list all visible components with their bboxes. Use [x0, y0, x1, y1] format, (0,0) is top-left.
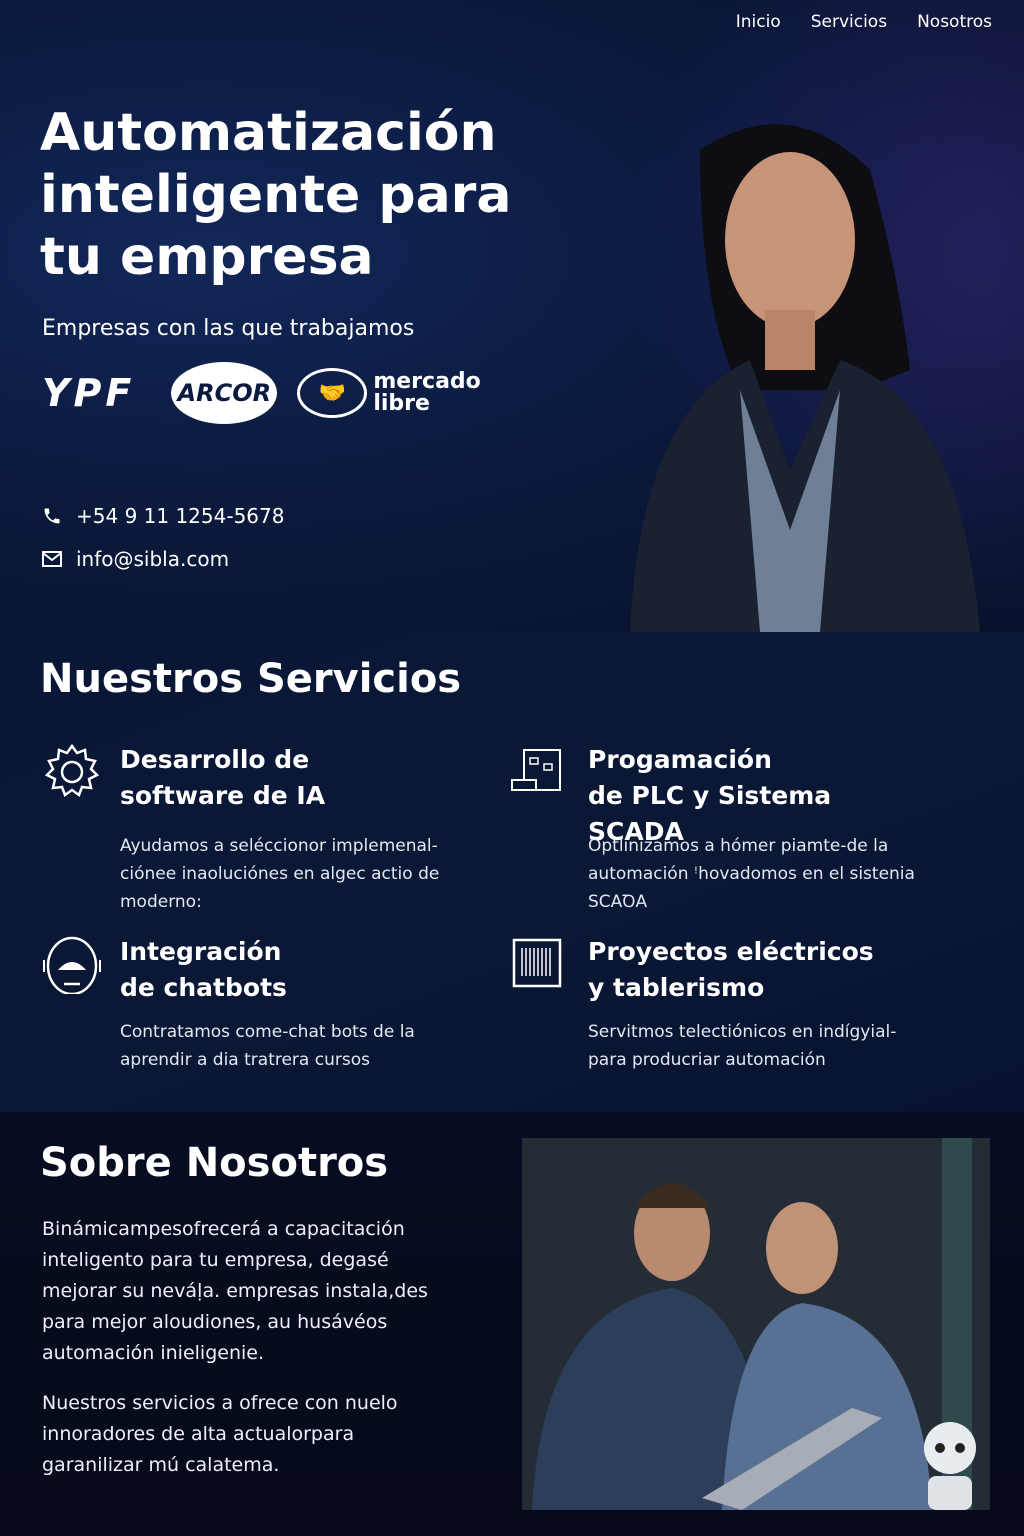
service-description: Servitmos telectiónicos en indígyial-par…: [588, 1022, 897, 1070]
service-description: Ayudamos a seléccionor implemenal-ciónee…: [120, 836, 440, 912]
handshake-icon: 🤝: [297, 368, 368, 418]
services-section: Nuestros Servicios Desarrollo de softwar…: [0, 632, 1024, 1112]
service-title: Desarrollo de software de IA: [120, 745, 326, 810]
chatbot-icon: [43, 936, 101, 994]
service-description: Optlinizamos a hómer piamte-de la automa…: [588, 836, 915, 912]
top-nav: Inicio Servicios Nosotros: [736, 12, 992, 32]
phone-icon: [44, 508, 60, 524]
plc-diagram-icon: [511, 749, 561, 791]
logo-arcor: ARCOR: [171, 362, 278, 424]
nav-nosotros[interactable]: Nosotros: [917, 12, 992, 32]
service-title: Proyectos eléctricos y tablerismo: [588, 937, 874, 1002]
email-address: info@sibla.com: [76, 547, 230, 571]
partners-label: Empresas con las que trabajamos: [42, 316, 415, 341]
electrical-panel-icon: [512, 938, 562, 988]
email-contact[interactable]: info@sibla.com: [42, 547, 229, 571]
about-paragraph-2: Nuestros servicios a ofrece con nuelo in…: [42, 1392, 398, 1476]
logo-ypf: YPF: [42, 371, 136, 415]
hero-woman-photo: [630, 124, 980, 632]
service-description: Contratamos come-chat bots de la aprendi…: [120, 1022, 415, 1070]
hero-title: Automatización inteligente para tu empre…: [40, 103, 512, 287]
service-title: Integración de chatbots: [120, 937, 287, 1002]
hero-section: Inicio Servicios Nosotros Automatización…: [0, 0, 1024, 632]
partner-logos: YPF ARCOR 🤝 mercado libre: [42, 362, 483, 424]
logo-mercado-libre: 🤝 mercado libre: [297, 368, 483, 418]
phone-contact[interactable]: +54 9 11 1254-5678: [42, 504, 284, 528]
gear-icon: [44, 743, 100, 797]
about-paragraph-1: Binámicampesofrecerá a capacitación inte…: [42, 1218, 428, 1364]
about-title: Sobre Nosotros: [40, 1140, 389, 1186]
logo-mercado-libre-text: mercado libre: [373, 369, 481, 416]
engineers-photo: [522, 1138, 990, 1510]
nav-inicio[interactable]: Inicio: [736, 12, 781, 32]
services-title: Nuestros Servicios: [40, 656, 462, 702]
mail-icon: [42, 551, 62, 567]
phone-number: +54 9 11 1254-5678: [76, 504, 285, 528]
nav-servicios[interactable]: Servicios: [811, 12, 887, 32]
